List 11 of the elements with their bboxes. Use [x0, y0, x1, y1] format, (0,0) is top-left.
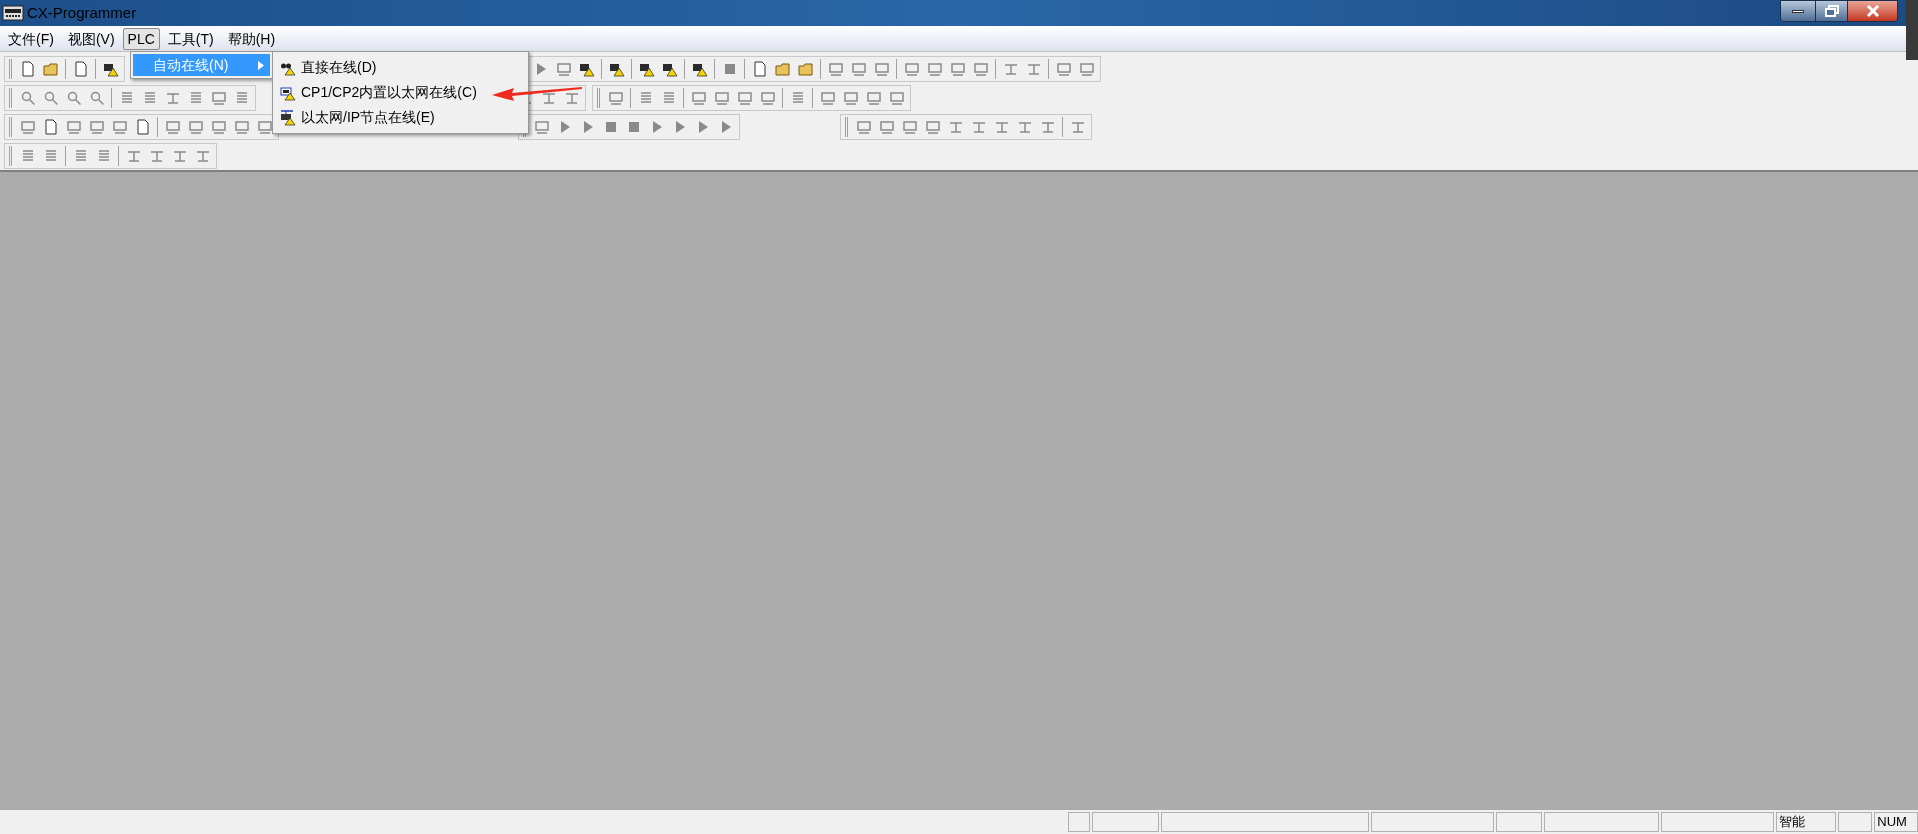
menu-item[interactable]: 以太网/IP节点在线(E): [275, 105, 436, 130]
menu-item[interactable]: 工具(T): [161, 27, 220, 50]
menu-item[interactable]: 直接在线(D): [275, 55, 378, 80]
window-title: CX-Programmer: [27, 2, 137, 23]
menu-item[interactable]: 文件(F): [2, 27, 60, 50]
menu-item[interactable]: CP1/CP2内置以太网在线(C): [275, 80, 478, 105]
status-pane: NUM: [1874, 812, 1918, 832]
status-pane: 智能: [1776, 812, 1836, 832]
menu-item[interactable]: 帮助(H): [221, 27, 282, 50]
menu-item[interactable]: PLC: [122, 27, 160, 50]
menu-item[interactable]: 视图(V): [61, 27, 121, 50]
